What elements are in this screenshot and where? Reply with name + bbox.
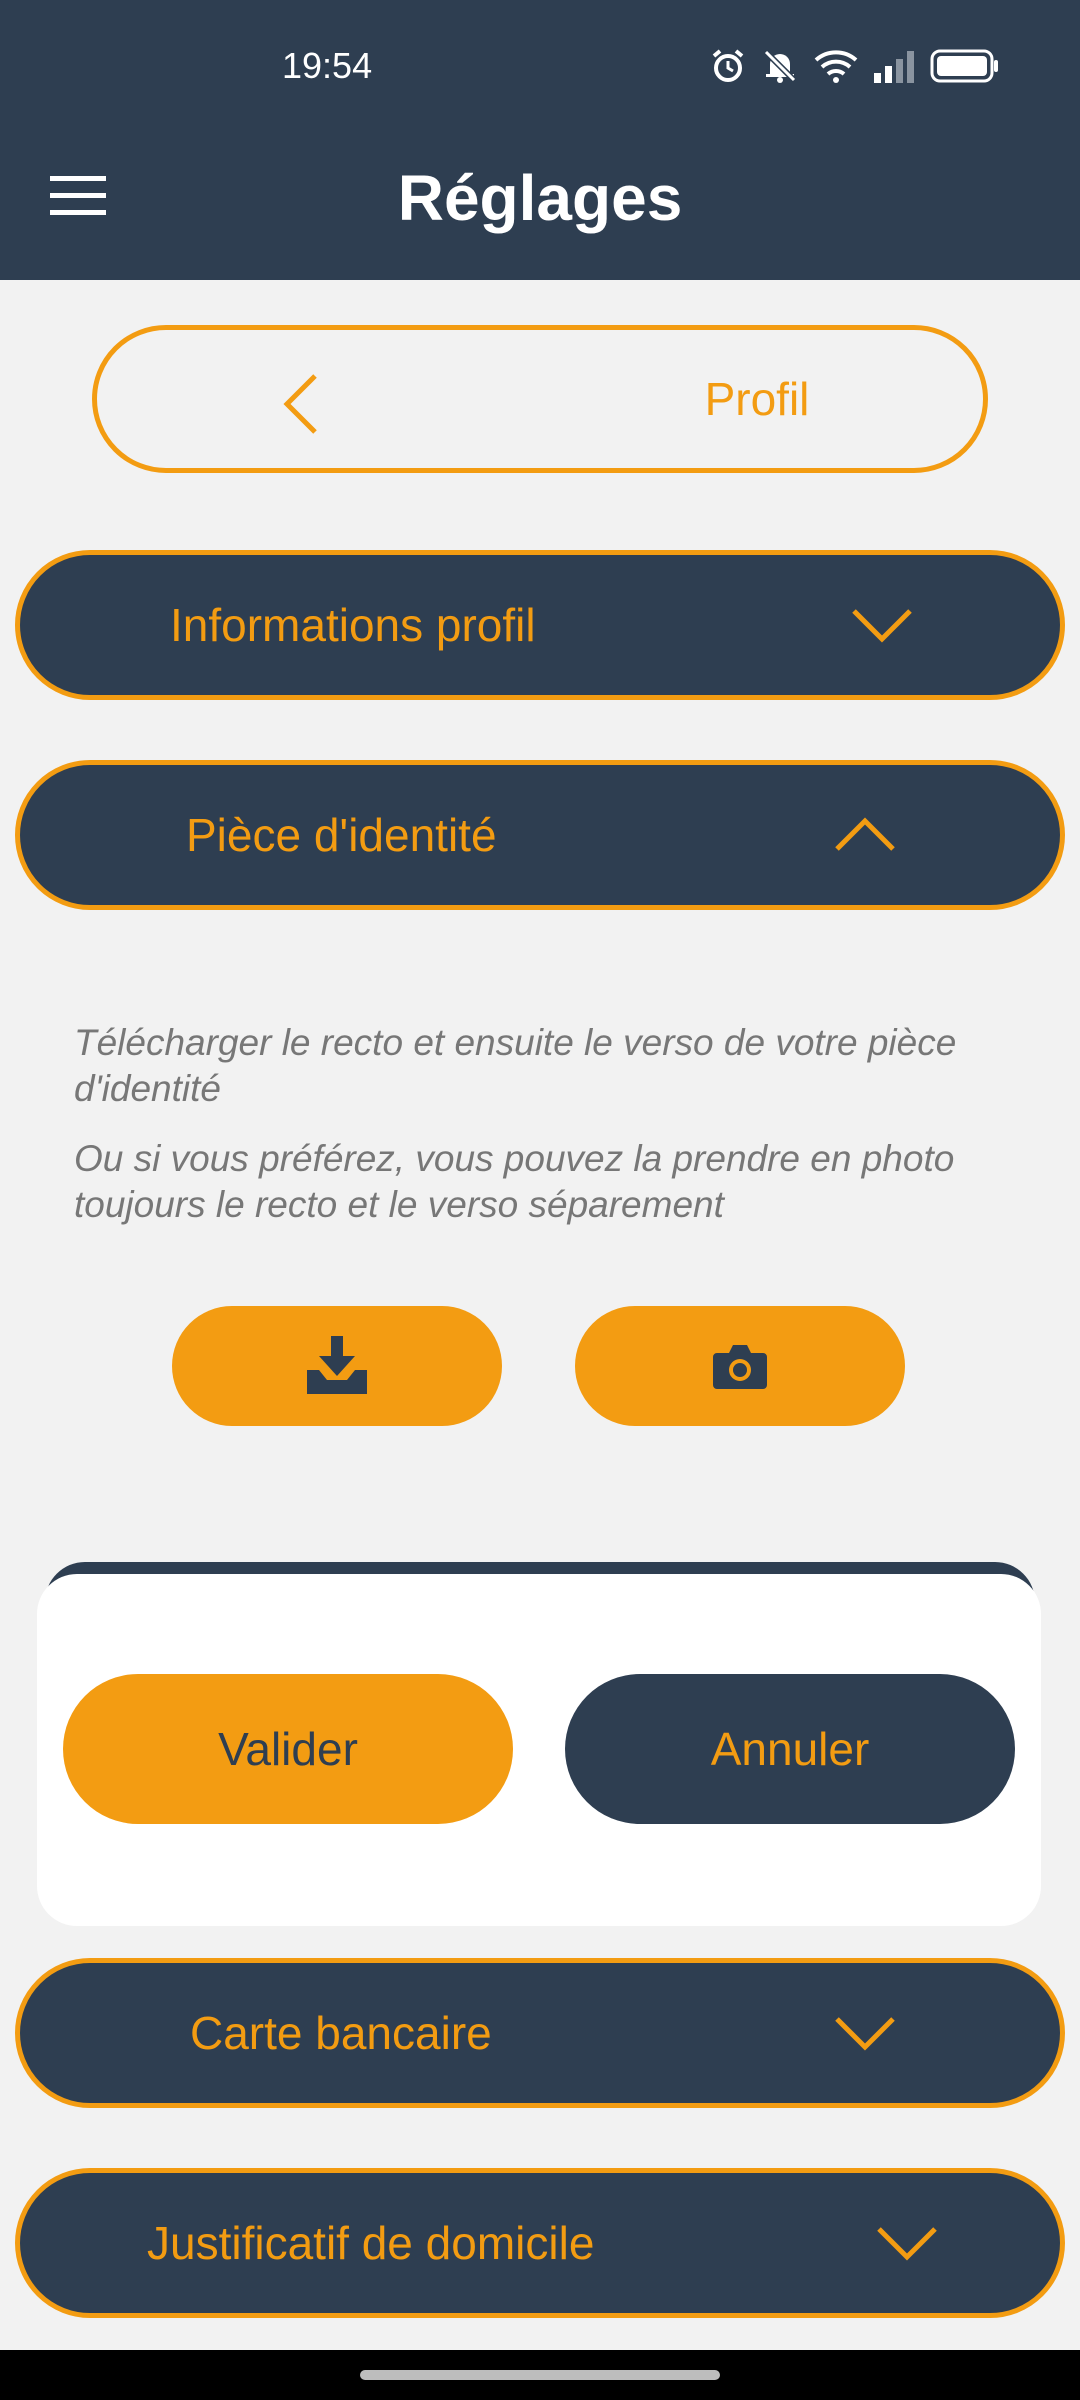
validate-button[interactable]: Valider xyxy=(63,1674,513,1824)
section-justificatif-label: Justificatif de domicile xyxy=(147,2217,595,2269)
id-photo-hint: Ou si vous préférez, vous pouvez la pren… xyxy=(74,1138,955,1225)
section-carte-bancaire-label: Carte bancaire xyxy=(190,2007,492,2059)
chevron-left-icon xyxy=(283,374,317,434)
section-justificatif-domicile[interactable]: Justificatif de domicile xyxy=(15,2168,1065,2318)
signal-icon xyxy=(874,51,914,83)
profil-back-button[interactable]: Profil xyxy=(92,325,988,473)
upload-document-button[interactable] xyxy=(172,1306,502,1426)
chevron-up-icon xyxy=(835,817,895,851)
mute-icon xyxy=(763,49,797,83)
section-carte-bancaire[interactable]: Carte bancaire xyxy=(15,1958,1065,2108)
download-tray-icon xyxy=(307,1336,367,1394)
section-informations-profil[interactable]: Informations profil xyxy=(15,550,1065,700)
system-navigation-bar xyxy=(0,2350,1080,2400)
chevron-down-icon xyxy=(852,609,912,643)
page-title: Réglages xyxy=(397,162,683,234)
cancel-button[interactable]: Annuler xyxy=(565,1674,1015,1824)
battery-icon xyxy=(930,49,998,83)
wifi-icon xyxy=(814,50,858,83)
status-time: 19:54 xyxy=(282,45,373,86)
status-icons xyxy=(710,44,1000,88)
section-piece-identite[interactable]: Pièce d'identité xyxy=(15,760,1065,910)
section-informations-label: Informations profil xyxy=(170,599,536,651)
camera-icon xyxy=(713,1345,767,1389)
id-upload-hint: Télécharger le recto et ensuite le verso… xyxy=(74,1022,957,1109)
chevron-down-icon xyxy=(877,2227,937,2261)
confirm-dialog: Valider Annuler xyxy=(37,1574,1041,1926)
profil-button-label: Profil xyxy=(704,373,810,425)
chevron-down-icon xyxy=(835,2017,895,2051)
section-piece-identite-label: Pièce d'identité xyxy=(186,809,497,861)
app-header: 19:54 Réglages xyxy=(0,0,1080,280)
home-gesture-handle[interactable] xyxy=(360,2370,720,2380)
take-photo-button[interactable] xyxy=(575,1306,905,1426)
alarm-icon xyxy=(712,49,744,82)
